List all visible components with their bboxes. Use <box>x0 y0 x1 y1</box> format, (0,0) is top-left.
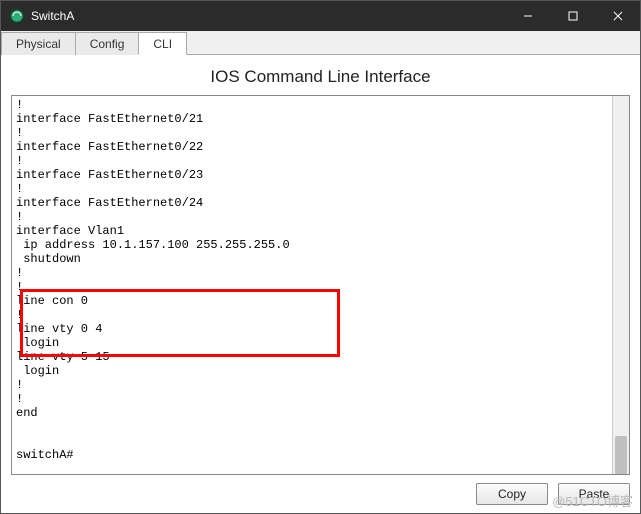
window-controls <box>505 1 640 31</box>
maximize-button[interactable] <box>550 1 595 31</box>
tab-physical[interactable]: Physical <box>1 32 76 55</box>
tab-cli[interactable]: CLI <box>138 32 187 55</box>
close-button[interactable] <box>595 1 640 31</box>
app-window: SwitchA Physical Config CLI IOS Command … <box>0 0 641 514</box>
scroll-thumb[interactable] <box>615 436 627 475</box>
button-row: Copy Paste <box>11 475 630 505</box>
terminal-container: ! interface FastEthernet0/21 ! interface… <box>11 95 630 475</box>
tab-content: IOS Command Line Interface ! interface F… <box>1 55 640 513</box>
paste-button[interactable]: Paste <box>558 483 630 505</box>
tab-bar: Physical Config CLI <box>1 31 640 55</box>
copy-button[interactable]: Copy <box>476 483 548 505</box>
titlebar[interactable]: SwitchA <box>1 1 640 31</box>
minimize-button[interactable] <box>505 1 550 31</box>
cli-terminal[interactable]: ! interface FastEthernet0/21 ! interface… <box>12 96 629 474</box>
tab-config[interactable]: Config <box>75 32 140 55</box>
app-icon <box>9 8 25 24</box>
cli-heading: IOS Command Line Interface <box>11 61 630 95</box>
window-title: SwitchA <box>31 9 505 23</box>
vertical-scrollbar[interactable] <box>612 96 629 474</box>
